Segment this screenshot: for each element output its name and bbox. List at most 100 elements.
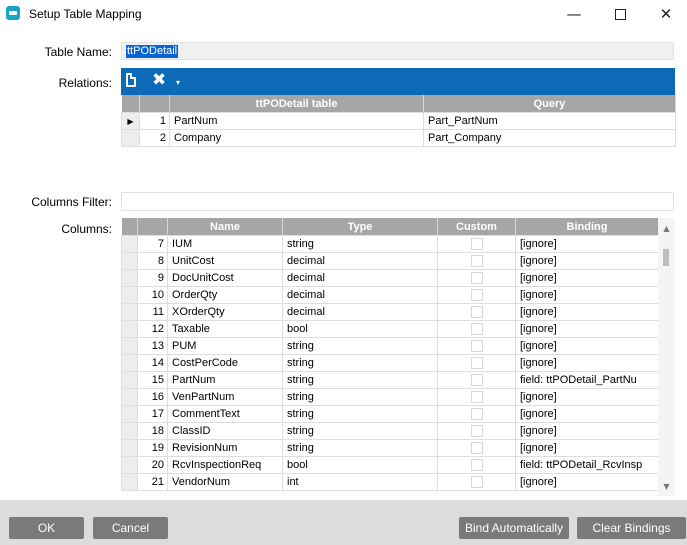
custom-checkbox-cell[interactable] — [437, 405, 516, 423]
relation-query-cell[interactable]: Part_PartNum — [423, 112, 676, 130]
custom-checkbox[interactable] — [470, 476, 483, 489]
custom-checkbox-cell[interactable] — [437, 422, 516, 440]
column-type-cell[interactable]: string — [282, 337, 438, 355]
column-row[interactable]: 14 CostPerCode string [ignore] — [121, 354, 658, 372]
relation-field-cell[interactable]: Company — [169, 129, 424, 147]
column-name-cell[interactable]: VendorNum — [167, 473, 283, 491]
column-row[interactable]: 15 PartNum string field: ttPODetail_PartNu — [121, 371, 658, 389]
column-name-cell[interactable]: XOrderQty — [167, 303, 283, 321]
scroll-thumb[interactable] — [663, 249, 669, 266]
column-name-cell[interactable]: IUM — [167, 235, 283, 253]
custom-checkbox-cell[interactable] — [437, 388, 516, 406]
custom-checkbox-cell[interactable] — [437, 320, 516, 338]
column-row[interactable]: 7 IUM string [ignore] — [121, 235, 658, 253]
column-name-cell[interactable]: DocUnitCost — [167, 269, 283, 287]
bind-automatically-button[interactable]: Bind Automatically — [459, 517, 569, 539]
column-row[interactable]: 21 VendorNum int [ignore] — [121, 473, 658, 491]
delete-relation-icon[interactable]: ✖ — [152, 71, 166, 89]
scroll-up-icon[interactable]: ▲ — [658, 222, 675, 236]
column-type-cell[interactable]: decimal — [282, 269, 438, 287]
column-binding-cell[interactable]: field: ttPODetail_RcvInsp — [515, 456, 658, 474]
minimize-button[interactable]: — — [551, 0, 597, 30]
custom-checkbox-cell[interactable] — [437, 371, 516, 389]
custom-checkbox-cell[interactable] — [437, 286, 516, 304]
column-binding-cell[interactable]: [ignore] — [515, 337, 658, 355]
column-binding-cell[interactable]: [ignore] — [515, 286, 658, 304]
column-type-cell[interactable]: string — [282, 439, 438, 457]
custom-checkbox-cell[interactable] — [437, 439, 516, 457]
dropdown-caret-icon[interactable]: ▾ — [176, 78, 180, 88]
relation-row[interactable]: ▶ 1 PartNum Part_PartNum — [121, 112, 676, 130]
column-row[interactable]: 10 OrderQty decimal [ignore] — [121, 286, 658, 304]
column-binding-cell[interactable]: [ignore] — [515, 303, 658, 321]
custom-checkbox[interactable] — [470, 442, 483, 455]
column-type-cell[interactable]: string — [282, 354, 438, 372]
column-binding-cell[interactable]: [ignore] — [515, 354, 658, 372]
close-button[interactable]: ✕ — [643, 0, 687, 30]
custom-checkbox[interactable] — [470, 238, 483, 251]
custom-checkbox[interactable] — [470, 408, 483, 421]
column-binding-cell[interactable]: [ignore] — [515, 252, 658, 270]
column-binding-cell[interactable]: [ignore] — [515, 320, 658, 338]
column-row[interactable]: 16 VenPartNum string [ignore] — [121, 388, 658, 406]
column-row[interactable]: 18 ClassID string [ignore] — [121, 422, 658, 440]
custom-checkbox[interactable] — [470, 357, 483, 370]
column-binding-cell[interactable]: [ignore] — [515, 388, 658, 406]
column-name-cell[interactable]: RcvInspectionReq — [167, 456, 283, 474]
column-row[interactable]: 8 UnitCost decimal [ignore] — [121, 252, 658, 270]
custom-checkbox-cell[interactable] — [437, 269, 516, 287]
column-name-cell[interactable]: OrderQty — [167, 286, 283, 304]
column-name-cell[interactable]: Taxable — [167, 320, 283, 338]
clear-bindings-button[interactable]: Clear Bindings — [577, 517, 686, 539]
custom-checkbox[interactable] — [470, 289, 483, 302]
relation-field-cell[interactable]: PartNum — [169, 112, 424, 130]
scroll-down-icon[interactable]: ▼ — [658, 480, 675, 494]
custom-checkbox-cell[interactable] — [437, 456, 516, 474]
custom-checkbox[interactable] — [470, 306, 483, 319]
column-binding-cell[interactable]: [ignore] — [515, 269, 658, 287]
column-name-cell[interactable]: CommentText — [167, 405, 283, 423]
columns-filter-input[interactable] — [121, 192, 674, 211]
column-row[interactable]: 13 PUM string [ignore] — [121, 337, 658, 355]
cancel-button[interactable]: Cancel — [93, 517, 168, 539]
column-type-cell[interactable]: string — [282, 422, 438, 440]
relation-query-header[interactable]: Query — [423, 95, 676, 113]
column-type-cell[interactable]: decimal — [282, 286, 438, 304]
table-name-field[interactable]: ttPODetail — [121, 42, 674, 60]
custom-checkbox[interactable] — [470, 255, 483, 268]
column-binding-cell[interactable]: [ignore] — [515, 235, 658, 253]
custom-checkbox[interactable] — [470, 340, 483, 353]
column-type-cell[interactable]: string — [282, 405, 438, 423]
maximize-button[interactable] — [597, 0, 643, 30]
column-binding-cell[interactable]: [ignore] — [515, 439, 658, 457]
column-type-header[interactable]: Type — [282, 218, 438, 236]
custom-checkbox-cell[interactable] — [437, 252, 516, 270]
custom-checkbox[interactable] — [470, 391, 483, 404]
custom-checkbox[interactable] — [470, 374, 483, 387]
new-relation-icon[interactable] — [126, 73, 136, 87]
custom-checkbox[interactable] — [470, 459, 483, 472]
column-name-cell[interactable]: CostPerCode — [167, 354, 283, 372]
column-row[interactable]: 11 XOrderQty decimal [ignore] — [121, 303, 658, 321]
column-type-cell[interactable]: string — [282, 371, 438, 389]
column-binding-header[interactable]: Binding — [515, 218, 658, 236]
column-binding-cell[interactable]: [ignore] — [515, 422, 658, 440]
relation-row[interactable]: 2 Company Part_Company — [121, 129, 676, 147]
column-name-cell[interactable]: PUM — [167, 337, 283, 355]
column-custom-header[interactable]: Custom — [437, 218, 516, 236]
ok-button[interactable]: OK — [9, 517, 84, 539]
column-name-cell[interactable]: PartNum — [167, 371, 283, 389]
column-binding-cell[interactable]: [ignore] — [515, 405, 658, 423]
column-row[interactable]: 9 DocUnitCost decimal [ignore] — [121, 269, 658, 287]
relation-table-header[interactable]: ttPODetail table — [169, 95, 424, 113]
column-type-cell[interactable]: string — [282, 235, 438, 253]
relation-query-cell[interactable]: Part_Company — [423, 129, 676, 147]
column-name-cell[interactable]: ClassID — [167, 422, 283, 440]
custom-checkbox-cell[interactable] — [437, 303, 516, 321]
custom-checkbox[interactable] — [470, 425, 483, 438]
custom-checkbox[interactable] — [470, 272, 483, 285]
custom-checkbox-cell[interactable] — [437, 337, 516, 355]
column-binding-cell[interactable]: field: ttPODetail_PartNu — [515, 371, 658, 389]
column-type-cell[interactable]: string — [282, 388, 438, 406]
column-row[interactable]: 12 Taxable bool [ignore] — [121, 320, 658, 338]
